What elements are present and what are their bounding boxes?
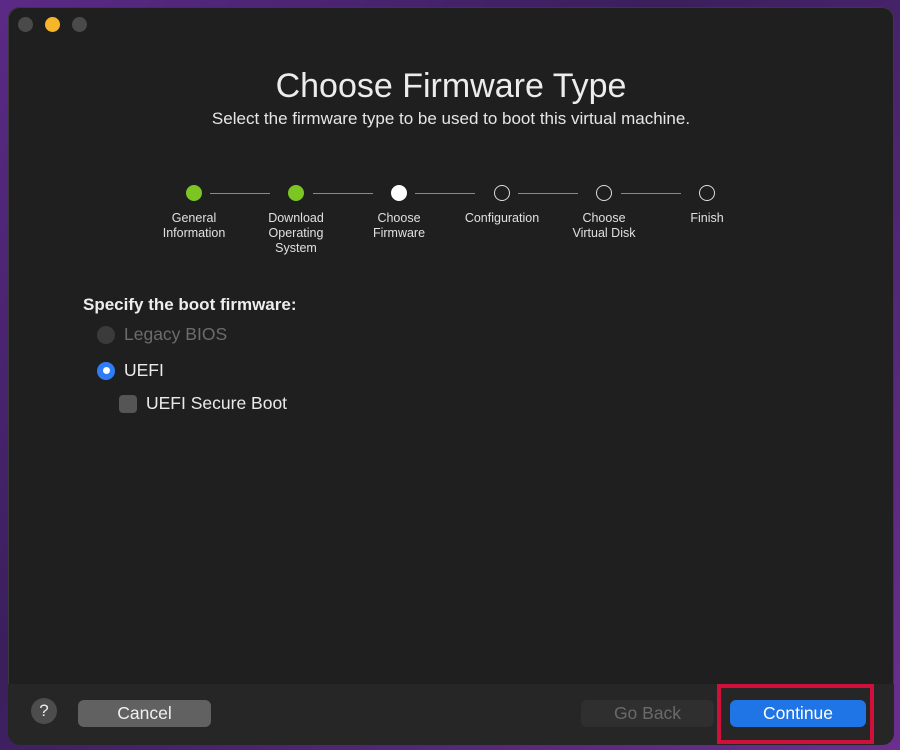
window-controls [18, 17, 87, 32]
step-indicator [494, 185, 510, 201]
uefi-secure-boot-option[interactable]: UEFI Secure Boot [119, 393, 287, 414]
uefi-label[interactable]: UEFI [124, 360, 164, 381]
uefi-option[interactable]: UEFI [97, 360, 164, 381]
uefi-secure-boot-label[interactable]: UEFI Secure Boot [146, 393, 287, 414]
wizard-progress-steps: General Information Download Operating S… [153, 185, 733, 265]
step-label: Choose Virtual Disk [572, 211, 636, 240]
step-configuration: Configuration [452, 185, 552, 226]
continue-button[interactable]: Continue [730, 700, 866, 727]
step-indicator [596, 185, 612, 201]
step-indicator [699, 185, 715, 201]
cancel-button[interactable]: Cancel [78, 700, 211, 727]
step-download-operating-system: Download Operating System [246, 185, 346, 256]
page-subtitle: Select the firmware type to be used to b… [211, 109, 691, 128]
page-title: Choose Firmware Type [275, 67, 627, 105]
go-back-button: Go Back [581, 700, 714, 727]
step-label: General Information [162, 211, 226, 240]
uefi-secure-boot-checkbox[interactable] [119, 394, 137, 413]
dialog-window: Choose Firmware Type Select the firmware… [8, 7, 894, 745]
minimize-window-button[interactable] [45, 17, 60, 32]
uefi-radio[interactable] [97, 361, 115, 380]
step-label: Finish [690, 211, 724, 225]
step-indicator [391, 185, 407, 201]
legacy-bios-label: Legacy BIOS [124, 324, 228, 344]
close-window-button[interactable] [18, 17, 33, 32]
step-indicator [186, 185, 202, 201]
step-label: Configuration [464, 211, 540, 225]
step-indicator [288, 185, 304, 201]
step-choose-firmware: Choose Firmware [349, 185, 449, 241]
step-label: Choose Firmware [372, 211, 426, 240]
step-general-information: General Information [144, 185, 244, 241]
legacy-bios-radio [97, 325, 115, 344]
help-button[interactable]: ? [31, 698, 57, 724]
step-finish: Finish [657, 185, 757, 226]
zoom-window-button[interactable] [72, 17, 87, 32]
dialog-footer: ? Cancel Go Back Continue [8, 684, 894, 745]
legacy-bios-option: Legacy BIOS [97, 324, 227, 345]
step-choose-virtual-disk: Choose Virtual Disk [554, 185, 654, 241]
boot-firmware-label: Specify the boot firmware: [83, 295, 297, 314]
step-label: Download Operating System [268, 211, 324, 255]
